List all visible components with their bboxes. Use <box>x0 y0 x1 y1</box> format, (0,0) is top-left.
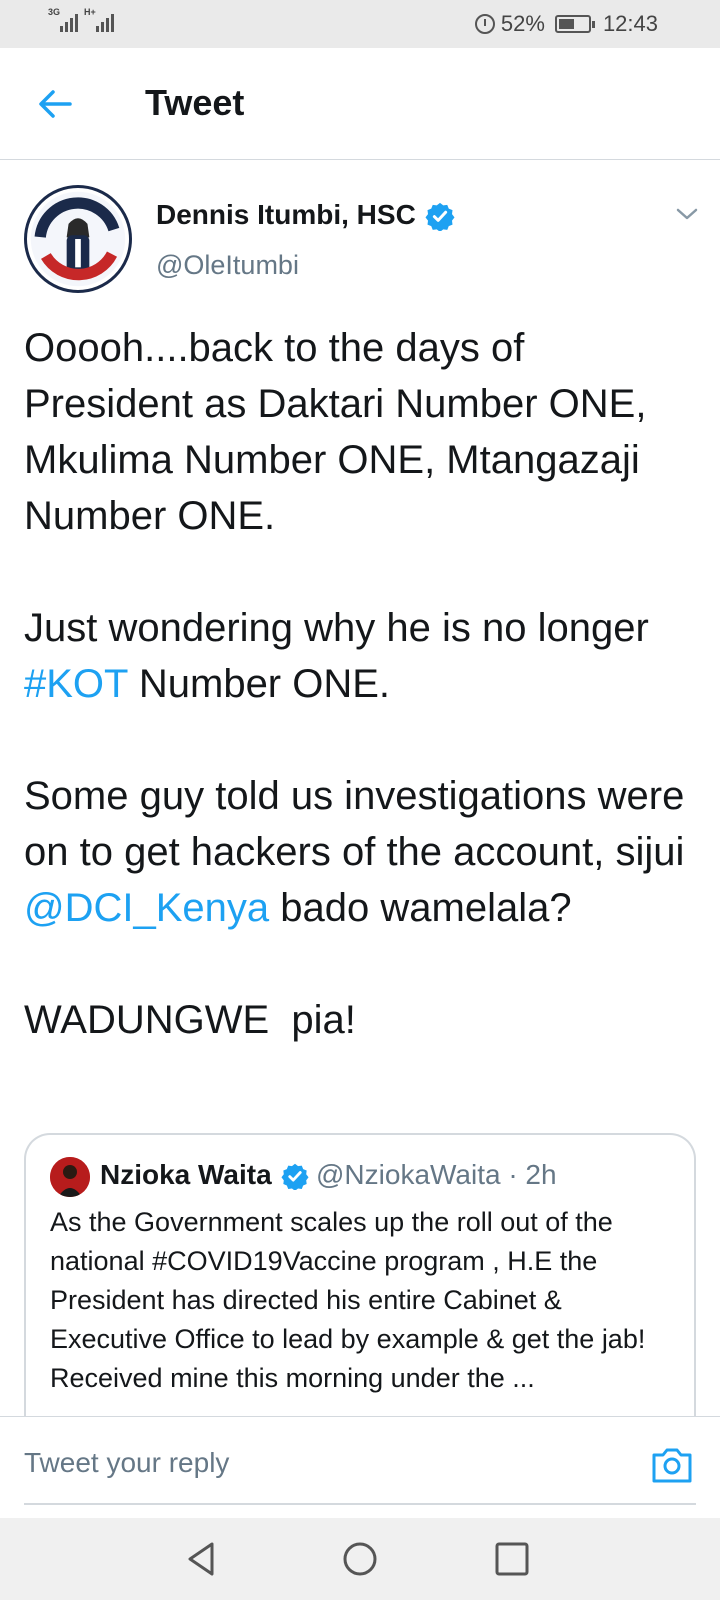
author-handle[interactable]: @OleItumbi <box>156 250 299 281</box>
avatar[interactable] <box>24 185 132 293</box>
status-right: 52% 12:43 <box>474 11 658 37</box>
chevron-down-icon[interactable] <box>675 202 699 226</box>
reply-input[interactable]: Tweet your reply <box>24 1447 229 1479</box>
nav-recents-icon[interactable] <box>491 1538 533 1580</box>
nav-back-icon[interactable] <box>182 1538 224 1580</box>
hashtag-link[interactable]: #KOT <box>24 662 128 706</box>
verified-badge-icon <box>425 202 455 231</box>
signal-icon: 3G <box>48 8 78 32</box>
signal-indicators: 3G H+ <box>48 8 114 32</box>
tweet-paragraph: Some guy told us investigations were on … <box>24 768 704 936</box>
alarm-icon <box>474 14 495 34</box>
network-type-label: 3G <box>48 7 61 17</box>
verified-badge-icon <box>281 1163 309 1190</box>
clock-time: 12:43 <box>602 11 658 36</box>
reply-bar: Tweet your reply <box>0 1416 720 1518</box>
author-display-name[interactable]: Dennis Itumbi, HSC <box>156 199 416 231</box>
tweet-paragraph: Ooooh....back to the days of President a… <box>24 326 647 538</box>
tweet-text-segment: Number ONE. <box>127 662 391 706</box>
signal-icon: H+ <box>84 8 114 32</box>
status-bar: 3G H+ 52% 12:43 <box>0 0 720 48</box>
tweet-paragraph: Just wondering why he is no longer #KOT … <box>24 600 704 712</box>
quoted-tweet-text: As the Government scales up the roll out… <box>50 1207 646 1393</box>
quoted-tweet-card[interactable]: Nzioka Waita @NziokaWaita · 2h As the Go… <box>24 1133 696 1433</box>
tweet-text-segment: bado wamelala? <box>269 886 572 930</box>
quoted-avatar-image <box>50 1157 90 1197</box>
quoted-avatar[interactable] <box>50 1157 90 1197</box>
page-title: Tweet <box>145 82 245 123</box>
camera-icon[interactable] <box>650 1445 694 1485</box>
tweet-paragraph: WADUNGWE pia! <box>24 998 356 1042</box>
back-arrow-icon[interactable] <box>34 84 74 124</box>
battery-icon <box>554 15 595 33</box>
avatar-image <box>30 191 126 287</box>
reply-underline <box>24 1503 696 1505</box>
system-nav-bar <box>0 1518 720 1600</box>
quoted-handle-time: @NziokaWaita · 2h <box>316 1159 557 1190</box>
network-type-label: H+ <box>84 7 96 17</box>
app-header: Tweet <box>0 48 720 160</box>
quoted-display-name: Nzioka Waita <box>100 1159 272 1190</box>
mention-link[interactable]: @DCI_Kenya <box>24 886 269 930</box>
tweet-text-segment: Some guy told us investigations were on … <box>24 774 685 874</box>
nav-home-icon[interactable] <box>339 1538 381 1580</box>
battery-percent: 52% <box>500 11 545 36</box>
tweet-text-segment: Just wondering why he is no longer <box>24 606 649 650</box>
tweet-text: Ooooh....back to the days of President a… <box>24 320 704 1048</box>
